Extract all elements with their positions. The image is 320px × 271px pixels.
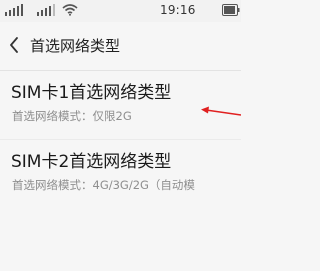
list-item-title: SIM卡2首选网络类型 <box>11 152 172 172</box>
chevron-left-icon[interactable] <box>5 34 23 56</box>
signal-icon <box>5 4 23 16</box>
list-item-subtitle: 首选网络模式：4G/3G/2G（自动模 <box>12 178 195 192</box>
list-item-title: SIM卡1首选网络类型 <box>11 83 172 103</box>
status-bar: 19:16 <box>0 0 241 22</box>
battery-icon <box>222 4 240 16</box>
list-item-subtitle: 首选网络模式：仅限2G <box>12 109 132 123</box>
list-item-sim1-network-type[interactable]: SIM卡1首选网络类型 首选网络模式：仅限2G <box>0 71 241 139</box>
page-title: 首选网络类型 <box>30 37 121 55</box>
screen: 19:16 首选网络类型 SIM卡1首选网络类型 首选网络模式：仅限2G SIM… <box>0 0 241 271</box>
list-item-sim2-network-type[interactable]: SIM卡2首选网络类型 首选网络模式：4G/3G/2G（自动模 <box>0 140 241 208</box>
title-bar: 首选网络类型 <box>0 22 241 70</box>
wifi-icon <box>62 4 78 16</box>
annotation-arrow <box>201 106 241 116</box>
signal-icon <box>37 4 55 16</box>
status-time: 19:16 <box>160 3 196 17</box>
